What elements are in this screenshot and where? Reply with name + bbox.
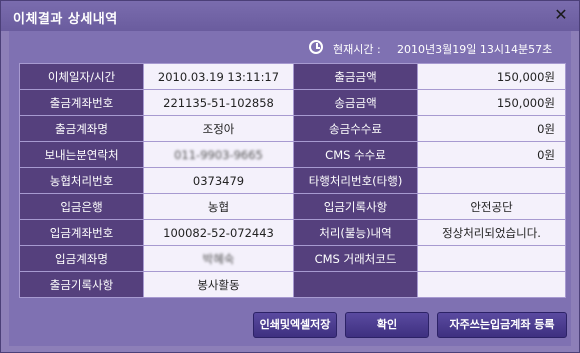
label-sender-contact: 보내는분연락처 xyxy=(19,141,144,168)
register-frequent-account-button[interactable]: 자주쓰는입금계좌 등록 xyxy=(437,312,567,338)
label-nh-processing-number: 농협처리번호 xyxy=(19,167,144,194)
close-icon[interactable]: ✕ xyxy=(551,5,571,25)
current-time-label: 현재시간 : xyxy=(333,43,381,56)
label-deposit-bank: 입금은행 xyxy=(19,193,144,220)
label-processing-result: 처리(불능)내역 xyxy=(293,219,418,246)
label-cms-fee: CMS 수수료 xyxy=(293,141,418,168)
table-row: 출금기록사항 봉사활동 xyxy=(19,271,566,298)
label-cms-client-code: CMS 거래처코드 xyxy=(293,245,418,272)
label-other-bank-processing-number: 타행처리번호(타행) xyxy=(293,167,418,194)
confirm-button[interactable]: 확인 xyxy=(345,312,429,338)
label-withdraw-memo: 출금기록사항 xyxy=(19,271,144,298)
label-remit-fee: 송금수수료 xyxy=(293,115,418,142)
value-cms-fee: 0원 xyxy=(417,141,566,168)
empty-value-cell xyxy=(417,271,566,298)
value-cms-client-code xyxy=(417,245,566,272)
label-remit-amount: 송금금액 xyxy=(293,89,418,116)
button-row: 인쇄및엑셀저장 확인 자주쓰는입금계좌 등록 xyxy=(9,312,571,338)
value-transfer-datetime: 2010.03.19 13:11:17 xyxy=(143,63,294,90)
current-time: 현재시간 : 2010년3월19일 13시14분57초 xyxy=(309,40,569,56)
table-row: 이체일자/시간 2010.03.19 13:11:17 출금금액 150,000… xyxy=(19,63,566,90)
dialog-title: 이체결과 상세내역 xyxy=(13,12,118,27)
value-remit-fee: 0원 xyxy=(417,115,566,142)
value-deposit-memo: 안전공단 xyxy=(417,193,566,220)
value-nh-processing-number: 0373479 xyxy=(143,167,294,194)
value-withdraw-account-number: 221135-51-102858 xyxy=(143,89,294,116)
dialog-titlebar: 이체결과 상세내역 ✕ xyxy=(1,1,579,31)
table-row: 출금계좌명 조정아 송금수수료 0원 xyxy=(19,115,566,142)
value-deposit-account-name: 박혜숙 xyxy=(143,245,294,272)
table-row: 입금계좌번호 100082-52-072443 처리(불능)내역 정상처리되었습… xyxy=(19,219,566,246)
deposit-account-name-text: 박혜숙 xyxy=(202,251,235,266)
value-other-bank-processing-number xyxy=(417,167,566,194)
value-deposit-account-number: 100082-52-072443 xyxy=(143,219,294,246)
label-withdraw-account-number: 출금계좌번호 xyxy=(19,89,144,116)
label-withdraw-account-name: 출금계좌명 xyxy=(19,115,144,142)
value-deposit-bank: 농협 xyxy=(143,193,294,220)
table-row: 농협처리번호 0373479 타행처리번호(타행) xyxy=(19,167,566,194)
current-time-value: 2010년3월19일 13시14분57초 xyxy=(397,43,553,56)
dialog-body: 현재시간 : 2010년3월19일 13시14분57초 이체일자/시간 2010… xyxy=(9,31,571,346)
table-row: 출금계좌번호 221135-51-102858 송금금액 150,000원 xyxy=(19,89,566,116)
print-excel-button[interactable]: 인쇄및엑셀저장 xyxy=(253,312,337,338)
value-withdraw-account-name: 조정아 xyxy=(143,115,294,142)
value-sender-contact: 011-9903-9665 xyxy=(143,141,294,168)
label-transfer-datetime: 이체일자/시간 xyxy=(19,63,144,90)
empty-label-cell xyxy=(293,271,418,298)
value-processing-result: 정상처리되었습니다. xyxy=(417,219,566,246)
value-withdraw-amount: 150,000원 xyxy=(417,63,566,90)
value-remit-amount: 150,000원 xyxy=(417,89,566,116)
sender-contact-text: 011-9903-9665 xyxy=(174,147,263,162)
label-deposit-memo: 입금기록사항 xyxy=(293,193,418,220)
value-withdraw-memo: 봉사활동 xyxy=(143,271,294,298)
table-row: 입금은행 농협 입금기록사항 안전공단 xyxy=(19,193,566,220)
transfer-detail-table: 이체일자/시간 2010.03.19 13:11:17 출금금액 150,000… xyxy=(19,63,566,298)
table-row: 입금계좌명 박혜숙 CMS 거래처코드 xyxy=(19,245,566,272)
transfer-result-dialog: 이체결과 상세내역 ✕ 현재시간 : 2010년3월19일 13시14분57초 … xyxy=(0,0,580,353)
label-withdraw-amount: 출금금액 xyxy=(293,63,418,90)
label-deposit-account-name: 입금계좌명 xyxy=(19,245,144,272)
clock-icon xyxy=(309,40,323,54)
label-deposit-account-number: 입금계좌번호 xyxy=(19,219,144,246)
table-row: 보내는분연락처 011-9903-9665 CMS 수수료 0원 xyxy=(19,141,566,168)
